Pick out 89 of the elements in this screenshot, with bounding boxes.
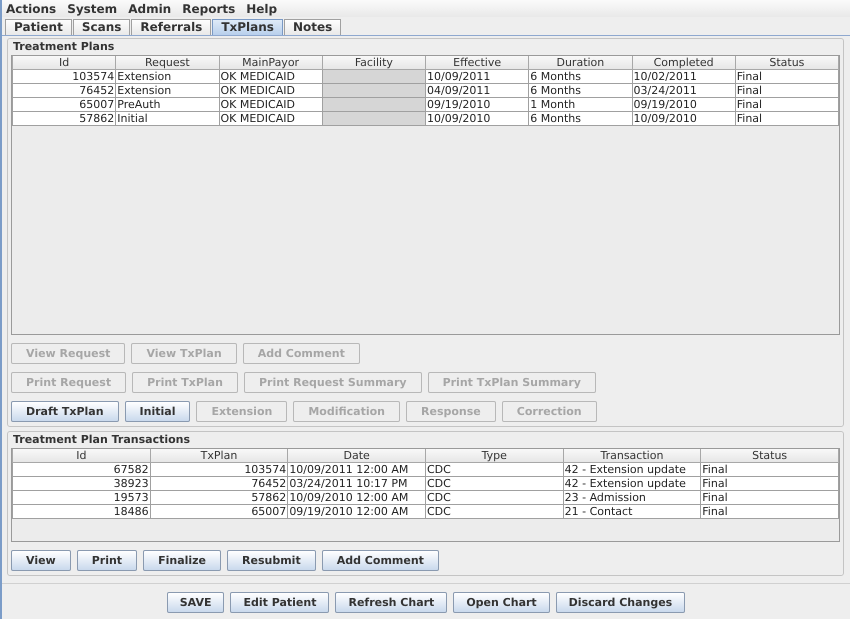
table-cell: CDC xyxy=(425,476,564,490)
footer-button[interactable]: Edit Patient xyxy=(230,592,330,612)
tab[interactable]: Scans xyxy=(72,19,130,35)
menu-item[interactable]: Actions xyxy=(6,0,56,16)
table-cell: 10/09/2010 xyxy=(632,112,736,126)
tab[interactable]: TxPlans xyxy=(212,19,283,35)
footer-button[interactable]: Discard Changes xyxy=(556,592,686,612)
table-cell: OK MEDICAID xyxy=(219,112,322,126)
table-cell: Initial xyxy=(116,112,219,126)
table-cell: Final xyxy=(735,98,838,112)
action-button[interactable]: Add Comment xyxy=(322,550,439,571)
footer-button[interactable]: Open Chart xyxy=(453,592,550,612)
table-cell: 65007 xyxy=(150,504,288,518)
table-cell: 10/02/2011 xyxy=(632,70,736,84)
table-cell: 09/19/2010 12:00 AM xyxy=(288,504,426,518)
action-button[interactable]: Draft TxPlan xyxy=(11,401,119,422)
table-cell: 21 - Contact xyxy=(563,504,701,518)
table-cell: CDC xyxy=(425,490,564,504)
action-button[interactable]: View xyxy=(11,550,71,571)
table-cell: OK MEDICAID xyxy=(219,70,322,84)
action-button[interactable]: Finalize xyxy=(143,550,222,571)
table-cell: 76452 xyxy=(12,84,116,98)
table-cell: CDC xyxy=(425,504,564,518)
table-cell: 19573 xyxy=(12,490,150,504)
menu-item[interactable]: Help xyxy=(246,0,278,16)
column-header[interactable]: TxPlan xyxy=(150,449,288,462)
table-cell: 42 - Extension update xyxy=(563,462,701,476)
group-title: Treatment Plan Transactions xyxy=(12,432,192,448)
table-cell: 09/19/2010 xyxy=(426,98,529,112)
column-header[interactable]: Transaction xyxy=(563,449,701,462)
column-header[interactable]: Request xyxy=(116,56,219,70)
table-cell: 10/09/2010 12:00 AM xyxy=(288,490,426,504)
table-cell: Extension xyxy=(116,70,219,84)
tab[interactable]: Notes xyxy=(284,19,342,35)
table-cell: 6 Months xyxy=(528,70,632,84)
tab[interactable]: Referrals xyxy=(131,19,212,35)
table-cell: Extension xyxy=(116,84,219,98)
table-cell: 18486 xyxy=(12,504,150,518)
column-header[interactable]: MainPayor xyxy=(219,56,322,70)
column-header[interactable]: Id xyxy=(12,449,150,462)
table-cell: 10/09/2011 12:00 AM xyxy=(288,462,426,476)
table-cell: Final xyxy=(700,462,838,476)
column-header[interactable]: Effective xyxy=(426,56,529,70)
table-cell: 03/24/2011 10:17 PM xyxy=(288,476,426,490)
table-cell: 76452 xyxy=(150,476,288,490)
table-cell: Final xyxy=(735,84,838,98)
column-header[interactable]: Completed xyxy=(632,56,736,70)
table-cell: Final xyxy=(700,490,838,504)
column-header[interactable]: Type xyxy=(425,449,564,462)
table-cell: 04/09/2011 xyxy=(426,84,529,98)
menu-item[interactable]: Admin xyxy=(128,0,172,16)
table-cell: OK MEDICAID xyxy=(219,98,322,112)
table-cell: 6 Months xyxy=(528,84,632,98)
column-header[interactable]: Status xyxy=(700,449,838,462)
column-header[interactable]: Id xyxy=(12,56,116,70)
column-header[interactable]: Duration xyxy=(528,56,632,70)
table-cell: Final xyxy=(700,504,838,518)
table-cell: 65007 xyxy=(12,98,116,112)
table-cell: 1 Month xyxy=(528,98,632,112)
table-cell: 57862 xyxy=(150,490,288,504)
group-title: Treatment Plans xyxy=(12,39,116,55)
footer-button[interactable]: SAVE xyxy=(166,592,224,612)
table-cell: CDC xyxy=(425,462,564,476)
table-cell: 10/09/2011 xyxy=(426,70,529,84)
table-cell: 57862 xyxy=(12,112,116,126)
menu-item[interactable]: Reports xyxy=(182,0,236,16)
table-cell: 10/09/2010 xyxy=(426,112,529,126)
table-cell: PreAuth xyxy=(116,98,219,112)
menu-item[interactable]: System xyxy=(67,0,118,16)
table-cell: 38923 xyxy=(12,476,150,490)
table-cell: 42 - Extension update xyxy=(563,476,701,490)
table-cell: Final xyxy=(735,112,838,126)
table-cell: 09/19/2010 xyxy=(632,98,736,112)
table-cell: 23 - Admission xyxy=(563,490,701,504)
table-cell: OK MEDICAID xyxy=(219,84,322,98)
table-cell: 103574 xyxy=(12,70,116,84)
action-button[interactable]: Resubmit xyxy=(227,550,316,571)
action-button[interactable]: Initial xyxy=(124,401,190,422)
table-cell: Final xyxy=(700,476,838,490)
table-cell: 6 Months xyxy=(528,112,632,126)
footer-button[interactable]: Refresh Chart xyxy=(335,592,448,612)
column-header[interactable]: Status xyxy=(735,56,838,70)
table-cell: 67582 xyxy=(12,462,150,476)
table-cell: Final xyxy=(735,70,838,84)
tab[interactable]: Patient xyxy=(5,19,72,35)
action-button[interactable]: Print xyxy=(76,550,138,571)
table-cell: 03/24/2011 xyxy=(632,84,736,98)
table-cell: 103574 xyxy=(150,462,288,476)
column-header[interactable]: Date xyxy=(288,449,426,462)
